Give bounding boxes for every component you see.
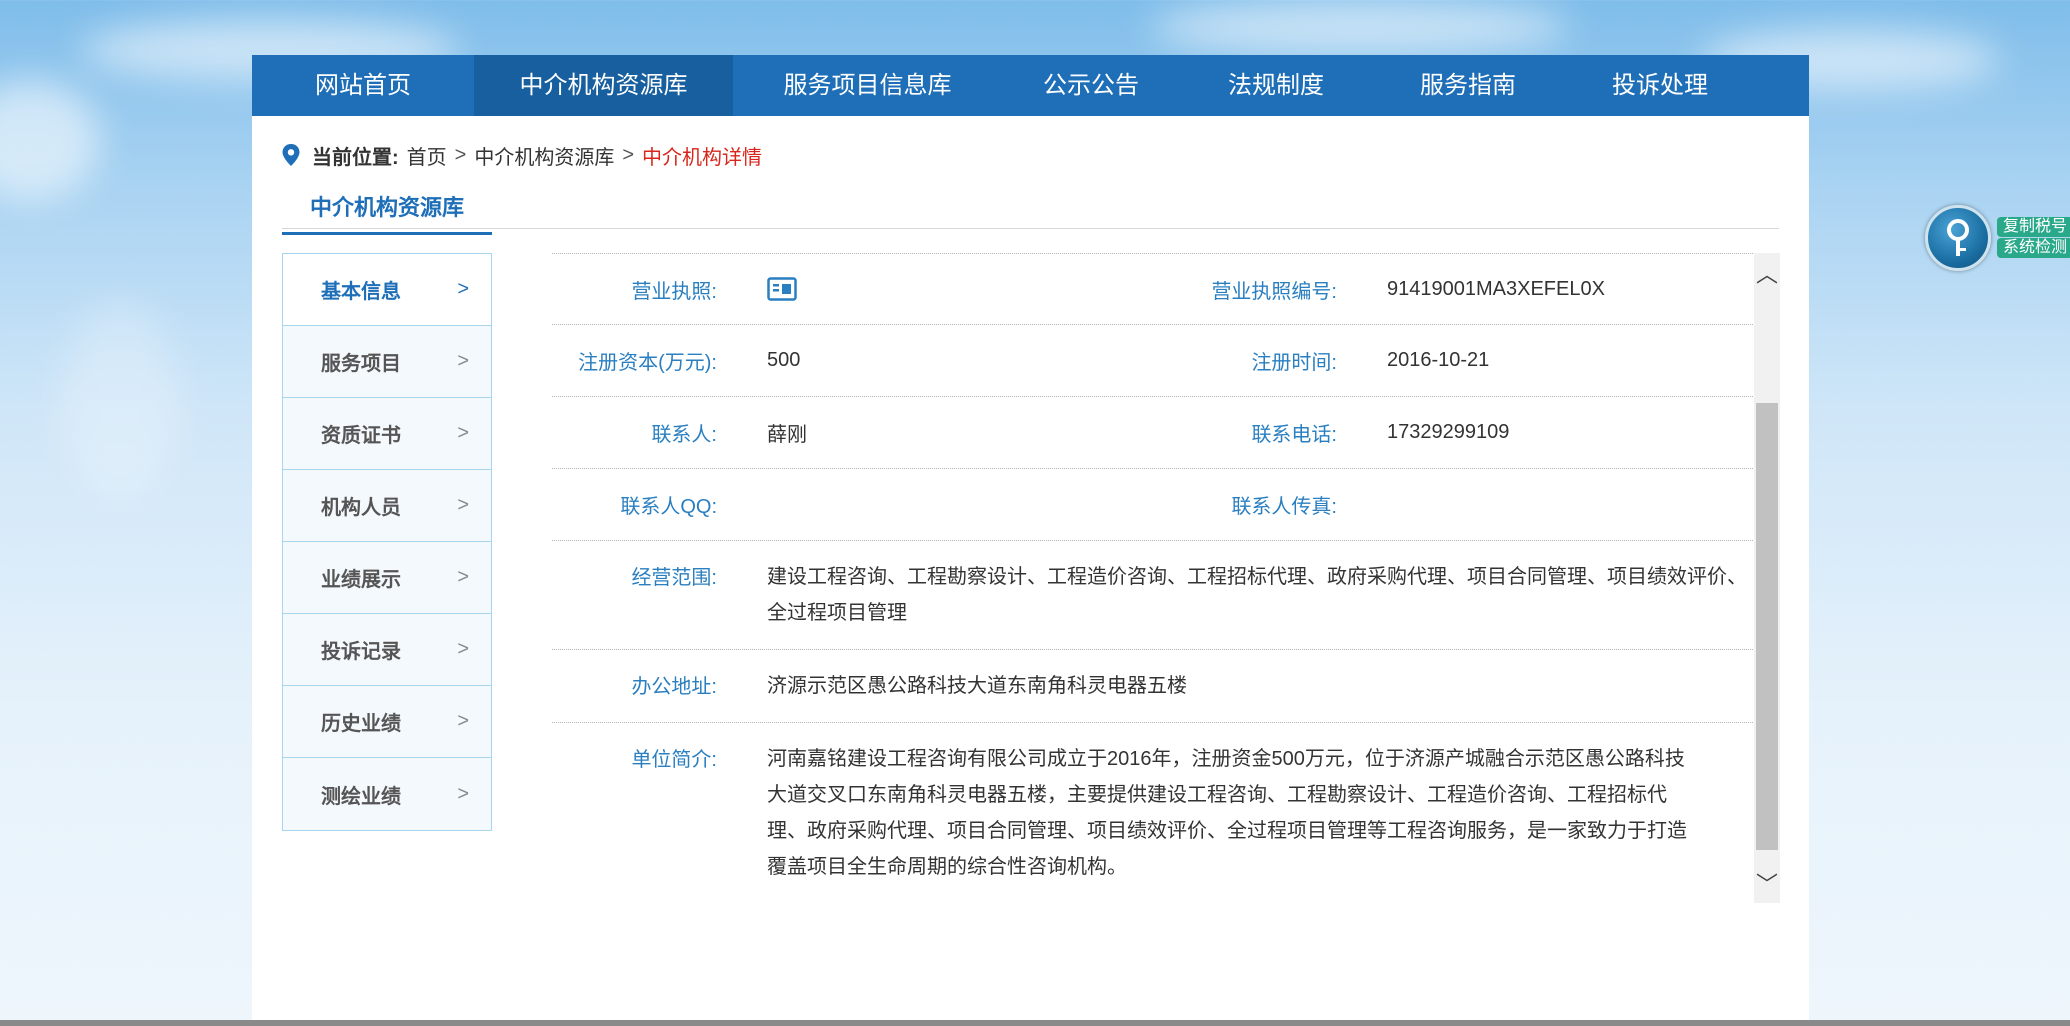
- background-cloud: [1150, 0, 1570, 55]
- breadcrumb-item-agency-library[interactable]: 中介机构资源库: [474, 141, 614, 170]
- tax-id-widget[interactable]: 复制税号 系统检测: [1925, 205, 2070, 275]
- phone-value: 17329299109: [1387, 421, 1510, 443]
- location-pin-icon: [282, 144, 300, 166]
- license-value: [767, 276, 1152, 302]
- table-row: 营业执照: 营业执照编号: 91419001MA3XEFEL0X: [552, 253, 1779, 325]
- sidebar-item-label: 投诉记录: [321, 641, 401, 663]
- breadcrumb: 当前位置: 首页 > 中介机构资源库 > 中介机构详情: [282, 135, 762, 175]
- sidebar-item-label: 资质证书: [321, 425, 401, 447]
- background-cloud: [0, 80, 100, 200]
- chevron-right-icon: >: [457, 566, 469, 588]
- table-row: 单位简介: 河南嘉铭建设工程咨询有限公司成立于2016年，注册资金500万元，位…: [552, 723, 1779, 903]
- top-nav: 网站首页 中介机构资源库 服务项目信息库 公示公告 法规制度 服务指南 投诉处理: [252, 55, 1809, 116]
- section-divider: [282, 228, 1779, 229]
- nav-item-announcements[interactable]: 公示公告: [1002, 55, 1180, 116]
- table-row: 经营范围: 建设工程咨询、工程勘察设计、工程造价咨询、工程招标代理、政府采购代理…: [552, 541, 1779, 650]
- qq-label: 联系人QQ:: [620, 496, 717, 518]
- scrollbar[interactable]: ︿ ﹀: [1754, 253, 1780, 903]
- breadcrumb-item-home[interactable]: 首页: [407, 141, 447, 170]
- scope-label: 经营范围:: [631, 567, 717, 589]
- license-no-value: 91419001MA3XEFEL0X: [1387, 277, 1605, 300]
- breadcrumb-separator: >: [622, 143, 635, 166]
- chevron-right-icon: >: [457, 422, 469, 444]
- system-check-button[interactable]: 系统检测: [1997, 238, 2070, 258]
- address-label: 办公地址:: [631, 676, 717, 698]
- capital-label: 注册资本(万元):: [578, 352, 717, 374]
- contact-value: 薛刚: [767, 424, 807, 446]
- sidebar-item-label: 基本信息: [321, 281, 401, 303]
- nav-item-complaints[interactable]: 投诉处理: [1564, 55, 1756, 116]
- sidebar-item-label: 历史业绩: [321, 713, 401, 735]
- contact-label: 联系人:: [651, 424, 717, 446]
- table-row: 办公地址: 济源示范区愚公路科技大道东南角科灵电器五楼: [552, 650, 1779, 723]
- background-cloud: [60, 300, 180, 500]
- nav-item-home[interactable]: 网站首页: [252, 55, 474, 116]
- section-title: 中介机构资源库: [282, 190, 493, 235]
- table-row: 注册资本(万元): 500 注册时间: 2016-10-21: [552, 325, 1779, 397]
- chevron-right-icon: >: [457, 494, 469, 516]
- license-no-label: 营业执照编号:: [1211, 280, 1337, 303]
- breadcrumb-current: 中介机构详情: [642, 146, 763, 169]
- reg-time-label: 注册时间:: [1251, 352, 1337, 374]
- id-card-icon[interactable]: [767, 276, 797, 302]
- sidebar-item-label: 业绩展示: [321, 569, 401, 591]
- sidebar-item-surveying[interactable]: 测绘业绩 >: [283, 758, 491, 830]
- copy-tax-id-button[interactable]: 复制税号: [1997, 217, 2070, 237]
- chevron-right-icon: >: [457, 710, 469, 732]
- breadcrumb-separator: >: [454, 143, 467, 166]
- sidebar-item-history[interactable]: 历史业绩 >: [283, 686, 491, 758]
- sidebar-item-label: 服务项目: [321, 353, 401, 375]
- nav-item-agency-library[interactable]: 中介机构资源库: [474, 55, 733, 116]
- address-value: 济源示范区愚公路科技大道东南角科灵电器五楼: [767, 675, 1187, 697]
- license-label: 营业执照:: [631, 280, 717, 303]
- sidebar-item-label: 机构人员: [321, 497, 401, 519]
- reg-time-value: 2016-10-21: [1387, 349, 1490, 371]
- nav-item-regulations[interactable]: 法规制度: [1180, 55, 1372, 116]
- fax-label: 联系人传真:: [1231, 496, 1337, 518]
- key-icon[interactable]: [1925, 205, 1991, 271]
- chevron-right-icon: >: [457, 350, 469, 372]
- phone-label: 联系电话:: [1251, 424, 1337, 446]
- intro-value: 河南嘉铭建设工程咨询有限公司成立于2016年，注册资金500万元，位于济源产城融…: [767, 748, 1687, 878]
- sidebar-item-service-projects[interactable]: 服务项目 >: [283, 326, 491, 398]
- scope-value: 建设工程咨询、工程勘察设计、工程造价咨询、工程招标代理、政府采购代理、项目合同管…: [767, 566, 1747, 624]
- table-row: 联系人: 薛刚 联系电话: 17329299109: [552, 397, 1779, 469]
- bottom-bar: [0, 1020, 2070, 1026]
- scroll-down-button[interactable]: ﹀: [1754, 863, 1780, 903]
- scroll-up-button[interactable]: ︿: [1754, 253, 1780, 293]
- sidebar-item-performance[interactable]: 业绩展示 >: [283, 542, 491, 614]
- main-panel: 网站首页 中介机构资源库 服务项目信息库 公示公告 法规制度 服务指南 投诉处理…: [252, 55, 1809, 1026]
- chevron-right-icon: >: [457, 638, 469, 660]
- detail-table: 营业执照: 营业执照编号: 91419001MA3XEFEL0X 注册资本(万元…: [552, 253, 1779, 903]
- capital-value: 500: [767, 349, 801, 371]
- chevron-right-icon: >: [457, 278, 469, 300]
- sidebar-item-label: 测绘业绩: [321, 785, 401, 808]
- chevron-right-icon: >: [457, 782, 469, 805]
- sidebar: 基本信息 > 服务项目 > 资质证书 > 机构人员 > 业绩展示 > 投诉记录 > 历史业绩…: [282, 253, 492, 831]
- sidebar-item-basic-info[interactable]: 基本信息 >: [283, 254, 491, 326]
- sidebar-item-complaint-records[interactable]: 投诉记录 >: [283, 614, 491, 686]
- nav-item-service-guide[interactable]: 服务指南: [1372, 55, 1564, 116]
- sidebar-item-certificates[interactable]: 资质证书 >: [283, 398, 491, 470]
- scroll-thumb[interactable]: [1756, 403, 1778, 850]
- breadcrumb-label: 当前位置:: [312, 146, 399, 169]
- intro-label: 单位简介:: [631, 749, 717, 771]
- table-row: 联系人QQ: 联系人传真:: [552, 469, 1779, 541]
- nav-item-service-projects[interactable]: 服务项目信息库: [733, 55, 1002, 116]
- sidebar-item-staff[interactable]: 机构人员 >: [283, 470, 491, 542]
